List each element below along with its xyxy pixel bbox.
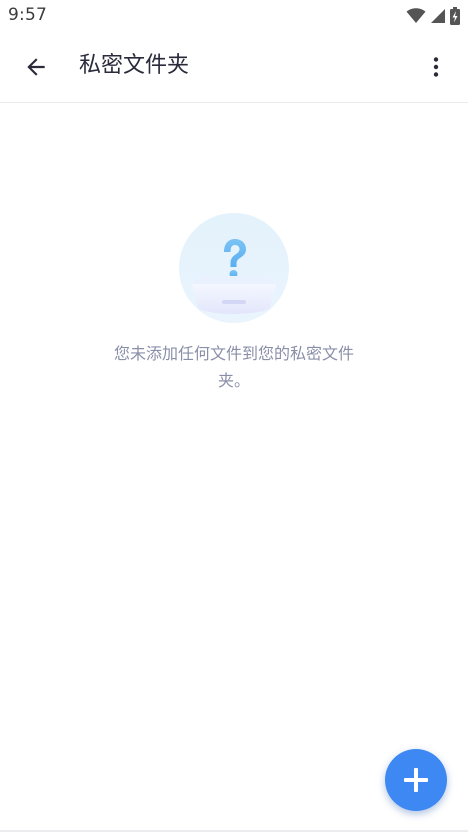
add-file-button[interactable] [385,749,447,811]
more-options-button[interactable] [412,43,460,91]
battery-icon [450,7,460,25]
question-box-icon [179,213,289,323]
empty-state: 您未添加任何文件到您的私密文件夹。 [0,212,468,394]
status-bar: 9:57 [0,0,468,32]
wifi-icon [406,8,426,23]
empty-message: 您未添加任何文件到您的私密文件夹。 [113,344,354,390]
more-vert-icon [433,57,439,77]
status-icons [406,6,460,26]
screen: 9:57 私密文件夹 您未添加任何文件到您的私密文件夹。 [0,0,468,832]
status-time: 9:57 [8,5,47,25]
back-button[interactable] [12,43,60,91]
app-bar: 私密文件夹 [0,32,468,103]
arrow-left-icon [27,58,45,76]
cell-signal-icon [431,9,445,23]
plus-icon [404,768,428,792]
page-title: 私密文件夹 [79,53,190,78]
